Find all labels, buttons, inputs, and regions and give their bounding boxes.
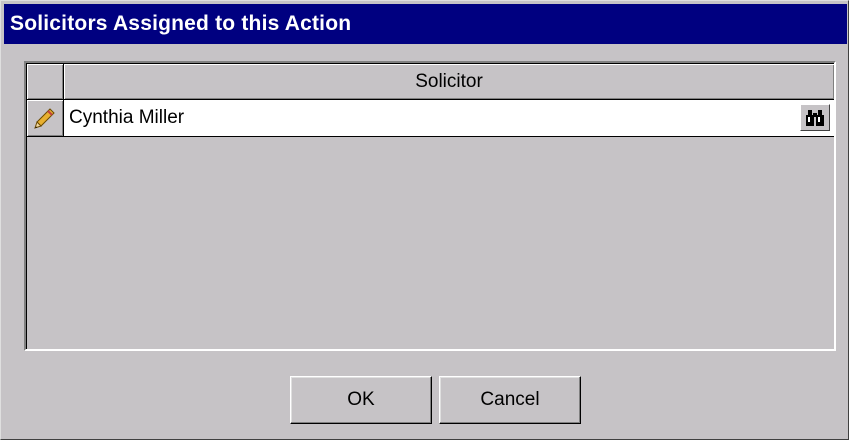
table-row[interactable]: Cynthia Miller bbox=[64, 100, 834, 137]
grid-corner-header bbox=[27, 64, 64, 100]
cancel-button[interactable]: Cancel bbox=[439, 376, 581, 424]
ok-button[interactable]: OK bbox=[290, 376, 432, 424]
pencil-icon bbox=[34, 108, 55, 129]
solicitors-grid[interactable]: Solicitor Cynthia Miller bbox=[24, 61, 836, 351]
row-selector[interactable] bbox=[27, 100, 64, 137]
grid-body: Solicitor Cynthia Miller bbox=[26, 63, 834, 349]
binoculars-icon bbox=[806, 110, 824, 126]
solicitor-lookup-button[interactable] bbox=[800, 104, 830, 131]
solicitors-dialog: Solicitors Assigned to this Action Solic… bbox=[0, 0, 849, 440]
solicitor-name-cell[interactable]: Cynthia Miller bbox=[69, 100, 184, 136]
column-header-solicitor[interactable]: Solicitor bbox=[64, 64, 834, 100]
dialog-title: Solicitors Assigned to this Action bbox=[4, 4, 847, 44]
